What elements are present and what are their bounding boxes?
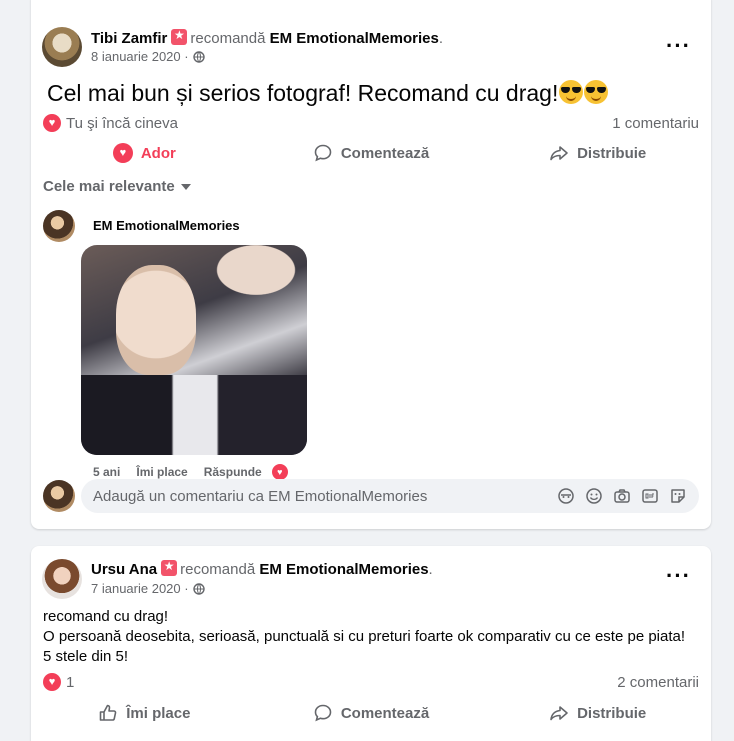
reactions-text: Tu şi încă cineva [66, 114, 178, 132]
heart-icon: ♥ [112, 143, 133, 163]
comment-gif-image[interactable] [81, 245, 307, 455]
action-bar: Îmi place Comentează Distribuie [31, 695, 711, 731]
post-text-line: 5 stele din 5! [43, 648, 129, 665]
comment-like-button[interactable]: Îmi place [136, 465, 187, 479]
avatar[interactable] [42, 559, 82, 599]
author-name[interactable]: Ursu Ana [91, 561, 157, 578]
comment-author[interactable]: EM EmotionalMemories [93, 218, 240, 233]
comment-reply-button[interactable]: Răspunde [204, 465, 262, 479]
post-text: recomand cu drag! O persoană deosebita, … [43, 607, 685, 667]
period: . [438, 30, 443, 47]
comment-button[interactable]: Comentează [258, 135, 485, 171]
post-text: Cel mai bun și serios fotograf! Recomand… [47, 80, 609, 107]
post-text-line: recomand cu drag! [43, 608, 169, 625]
post-date[interactable]: 8 ianuarie 2020 · [91, 49, 189, 64]
post-date[interactable]: 7 ianuarie 2020 · [91, 581, 189, 596]
comment-button[interactable]: Comentează [258, 695, 485, 731]
recommend-icon [171, 28, 188, 45]
comment-sort-dropdown[interactable]: Cele mai relevante [43, 178, 191, 195]
sunglasses-emoji-icon [559, 80, 584, 104]
comment-icon [314, 704, 332, 722]
comment-input[interactable] [93, 487, 557, 505]
share-icon [550, 706, 568, 721]
heart-icon: ♥ [43, 114, 61, 132]
more-icon[interactable]: ··· [666, 565, 691, 587]
avatar[interactable] [42, 27, 82, 67]
share-icon [550, 146, 568, 161]
post-header: Ursu Ana recomandă EM EmotionalMemories. [91, 559, 433, 578]
love-button[interactable]: ♥ Ador [31, 135, 258, 171]
reactions-bar: ♥ 1 2 comentarii [43, 672, 699, 692]
comment-label: Comentează [340, 144, 430, 162]
comment-icon [314, 144, 332, 162]
sunglasses-emoji-icon [584, 80, 609, 104]
page-name[interactable]: EM EmotionalMemories [259, 561, 428, 578]
comment-composer [81, 479, 699, 513]
post-card-1: Tibi Zamfir recomandă EM EmotionalMemorie… [31, 0, 711, 529]
reaction-count: 1 [66, 673, 75, 691]
post-meta: 7 ianuarie 2020 · [91, 581, 205, 596]
comments-count[interactable]: 1 comentariu [612, 115, 699, 132]
post-header: Tibi Zamfir recomandă EM EmotionalMemorie… [91, 28, 443, 47]
reactions-bar: ♥ Tu şi încă cineva 1 comentariu [43, 113, 699, 133]
sticker-icon[interactable] [669, 487, 687, 505]
comment-label: Comentează [340, 704, 430, 722]
recommend-icon [161, 559, 178, 576]
caret-down-icon [180, 183, 191, 190]
reactions-summary[interactable]: ♥ 1 [43, 673, 74, 691]
gif-shirt [81, 375, 307, 455]
page-name[interactable]: EM EmotionalMemories [270, 30, 439, 47]
heart-icon[interactable]: ♥ [271, 464, 288, 480]
comments-count[interactable]: 2 comentarii [617, 674, 699, 691]
more-icon[interactable]: ··· [666, 35, 691, 57]
gif-baby-face [116, 265, 196, 375]
heart-icon: ♥ [43, 673, 61, 691]
globe-icon [192, 50, 205, 63]
author-name[interactable]: Tibi Zamfir [91, 30, 167, 47]
recommend-verb: recomandă [180, 561, 256, 578]
period: . [428, 561, 433, 578]
share-button[interactable]: Distribuie [484, 695, 711, 731]
post-meta: 8 ianuarie 2020 · [91, 49, 205, 64]
post-card-2: Ursu Anarecomandă EM EmotionalMemories. … [31, 546, 711, 741]
gif-icon[interactable] [641, 487, 659, 505]
reactions-summary[interactable]: ♥ Tu şi încă cineva [43, 114, 178, 132]
like-icon [99, 704, 117, 721]
like-label: Îmi place [126, 704, 191, 722]
action-bar: ♥ Ador Comentează Distribuie [31, 135, 711, 171]
globe-icon [192, 582, 205, 595]
emoji-icon[interactable] [585, 487, 603, 505]
camera-icon[interactable] [613, 487, 631, 505]
post-text-line: O persoană deosebita, serioasă, punctual… [43, 628, 686, 645]
composer-avatar[interactable] [43, 480, 75, 512]
share-button[interactable]: Distribuie [484, 135, 711, 171]
recommend-verb: recomandă [190, 30, 266, 47]
comment-age[interactable]: 5 ani [93, 465, 120, 479]
comment-avatar[interactable] [43, 210, 75, 242]
sort-label: Cele mai relevante [43, 178, 175, 195]
post-text-content: Cel mai bun și serios fotograf! Recomand… [47, 80, 559, 106]
composer-tools [557, 487, 687, 505]
avatar-sticker-icon[interactable] [557, 487, 575, 505]
share-label: Distribuie [577, 144, 647, 162]
love-label: Ador [140, 144, 176, 162]
like-button[interactable]: Îmi place [31, 695, 258, 731]
comment-meta: 5 ani Îmi place Răspunde ♥ [93, 464, 288, 480]
share-label: Distribuie [577, 704, 647, 722]
